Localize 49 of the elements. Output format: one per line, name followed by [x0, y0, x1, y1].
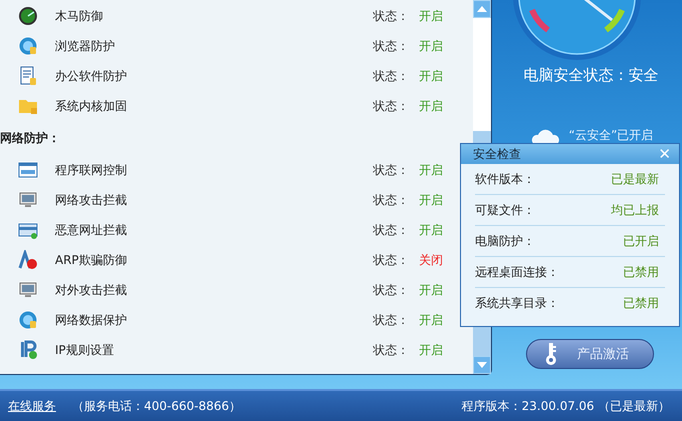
feature-name: 网络数据保护 — [55, 312, 128, 328]
section-heading: 网络防护： — [0, 130, 61, 147]
feature-name: 浏览器防护 — [55, 38, 116, 54]
status-label: 状态： — [373, 222, 410, 238]
check-label: 远程桌面连接： — [475, 264, 559, 280]
feature-name: 恶意网址拦截 — [55, 222, 128, 238]
status-value: 开启 — [419, 222, 443, 238]
status-value: 开启 — [419, 312, 443, 328]
status-label: 状态： — [373, 8, 410, 24]
status-label: 状态： — [373, 162, 410, 178]
program-version: 程序版本：23.00.07.06 （已是最新） — [462, 398, 670, 414]
status-label: 状态： — [373, 98, 410, 114]
feature-name: 程序联网控制 — [55, 162, 128, 178]
feature-name: 系统内核加固 — [55, 98, 128, 114]
check-label: 软件版本： — [475, 170, 535, 188]
status-value: 开启 — [419, 162, 443, 178]
status-label: 状态： — [373, 252, 410, 268]
feature-name: 网络攻击拦截 — [55, 192, 128, 208]
check-value: 已禁用 — [623, 264, 659, 280]
check-label: 可疑文件： — [475, 202, 535, 218]
cloud-status: “云安全”已开启 — [568, 126, 654, 144]
security-status: 电脑安全状态：安全 — [524, 66, 658, 85]
status-label: 状态： — [373, 38, 410, 54]
status-label: 状态： — [373, 282, 410, 298]
status-value: 开启 — [419, 98, 443, 114]
status-label: 状态： — [373, 68, 410, 84]
feature-name: IP规则设置 — [55, 342, 115, 358]
feature-name: ARP欺骗防御 — [55, 252, 128, 268]
status-value: 开启 — [419, 342, 443, 358]
check-label: 电脑防护： — [475, 232, 535, 250]
status-value: 开启 — [419, 282, 443, 298]
check-label: 系统共享目录： — [475, 294, 559, 312]
feature-name: 木马防御 — [55, 8, 104, 24]
status-value: 开启 — [419, 38, 443, 54]
status-value: 关闭 — [419, 252, 443, 268]
status-label: 状态： — [373, 192, 410, 208]
feature-name: 对外攻击拦截 — [55, 282, 128, 298]
service-hotline: （服务电话：400-660-8866） — [72, 398, 242, 414]
check-value: 已是最新 — [611, 170, 659, 188]
check-value: 已禁用 — [623, 294, 659, 312]
status-value: 开启 — [419, 192, 443, 208]
status-label: 状态： — [373, 342, 410, 358]
popup-title: 安全检查 — [473, 146, 521, 162]
feature-name: 办公软件防护 — [55, 68, 128, 84]
status-value: 开启 — [419, 8, 443, 24]
status-label: 状态： — [373, 312, 410, 328]
status-value: 开启 — [419, 68, 443, 84]
check-value: 均已上报 — [611, 202, 659, 218]
check-value: 已开启 — [623, 232, 659, 250]
